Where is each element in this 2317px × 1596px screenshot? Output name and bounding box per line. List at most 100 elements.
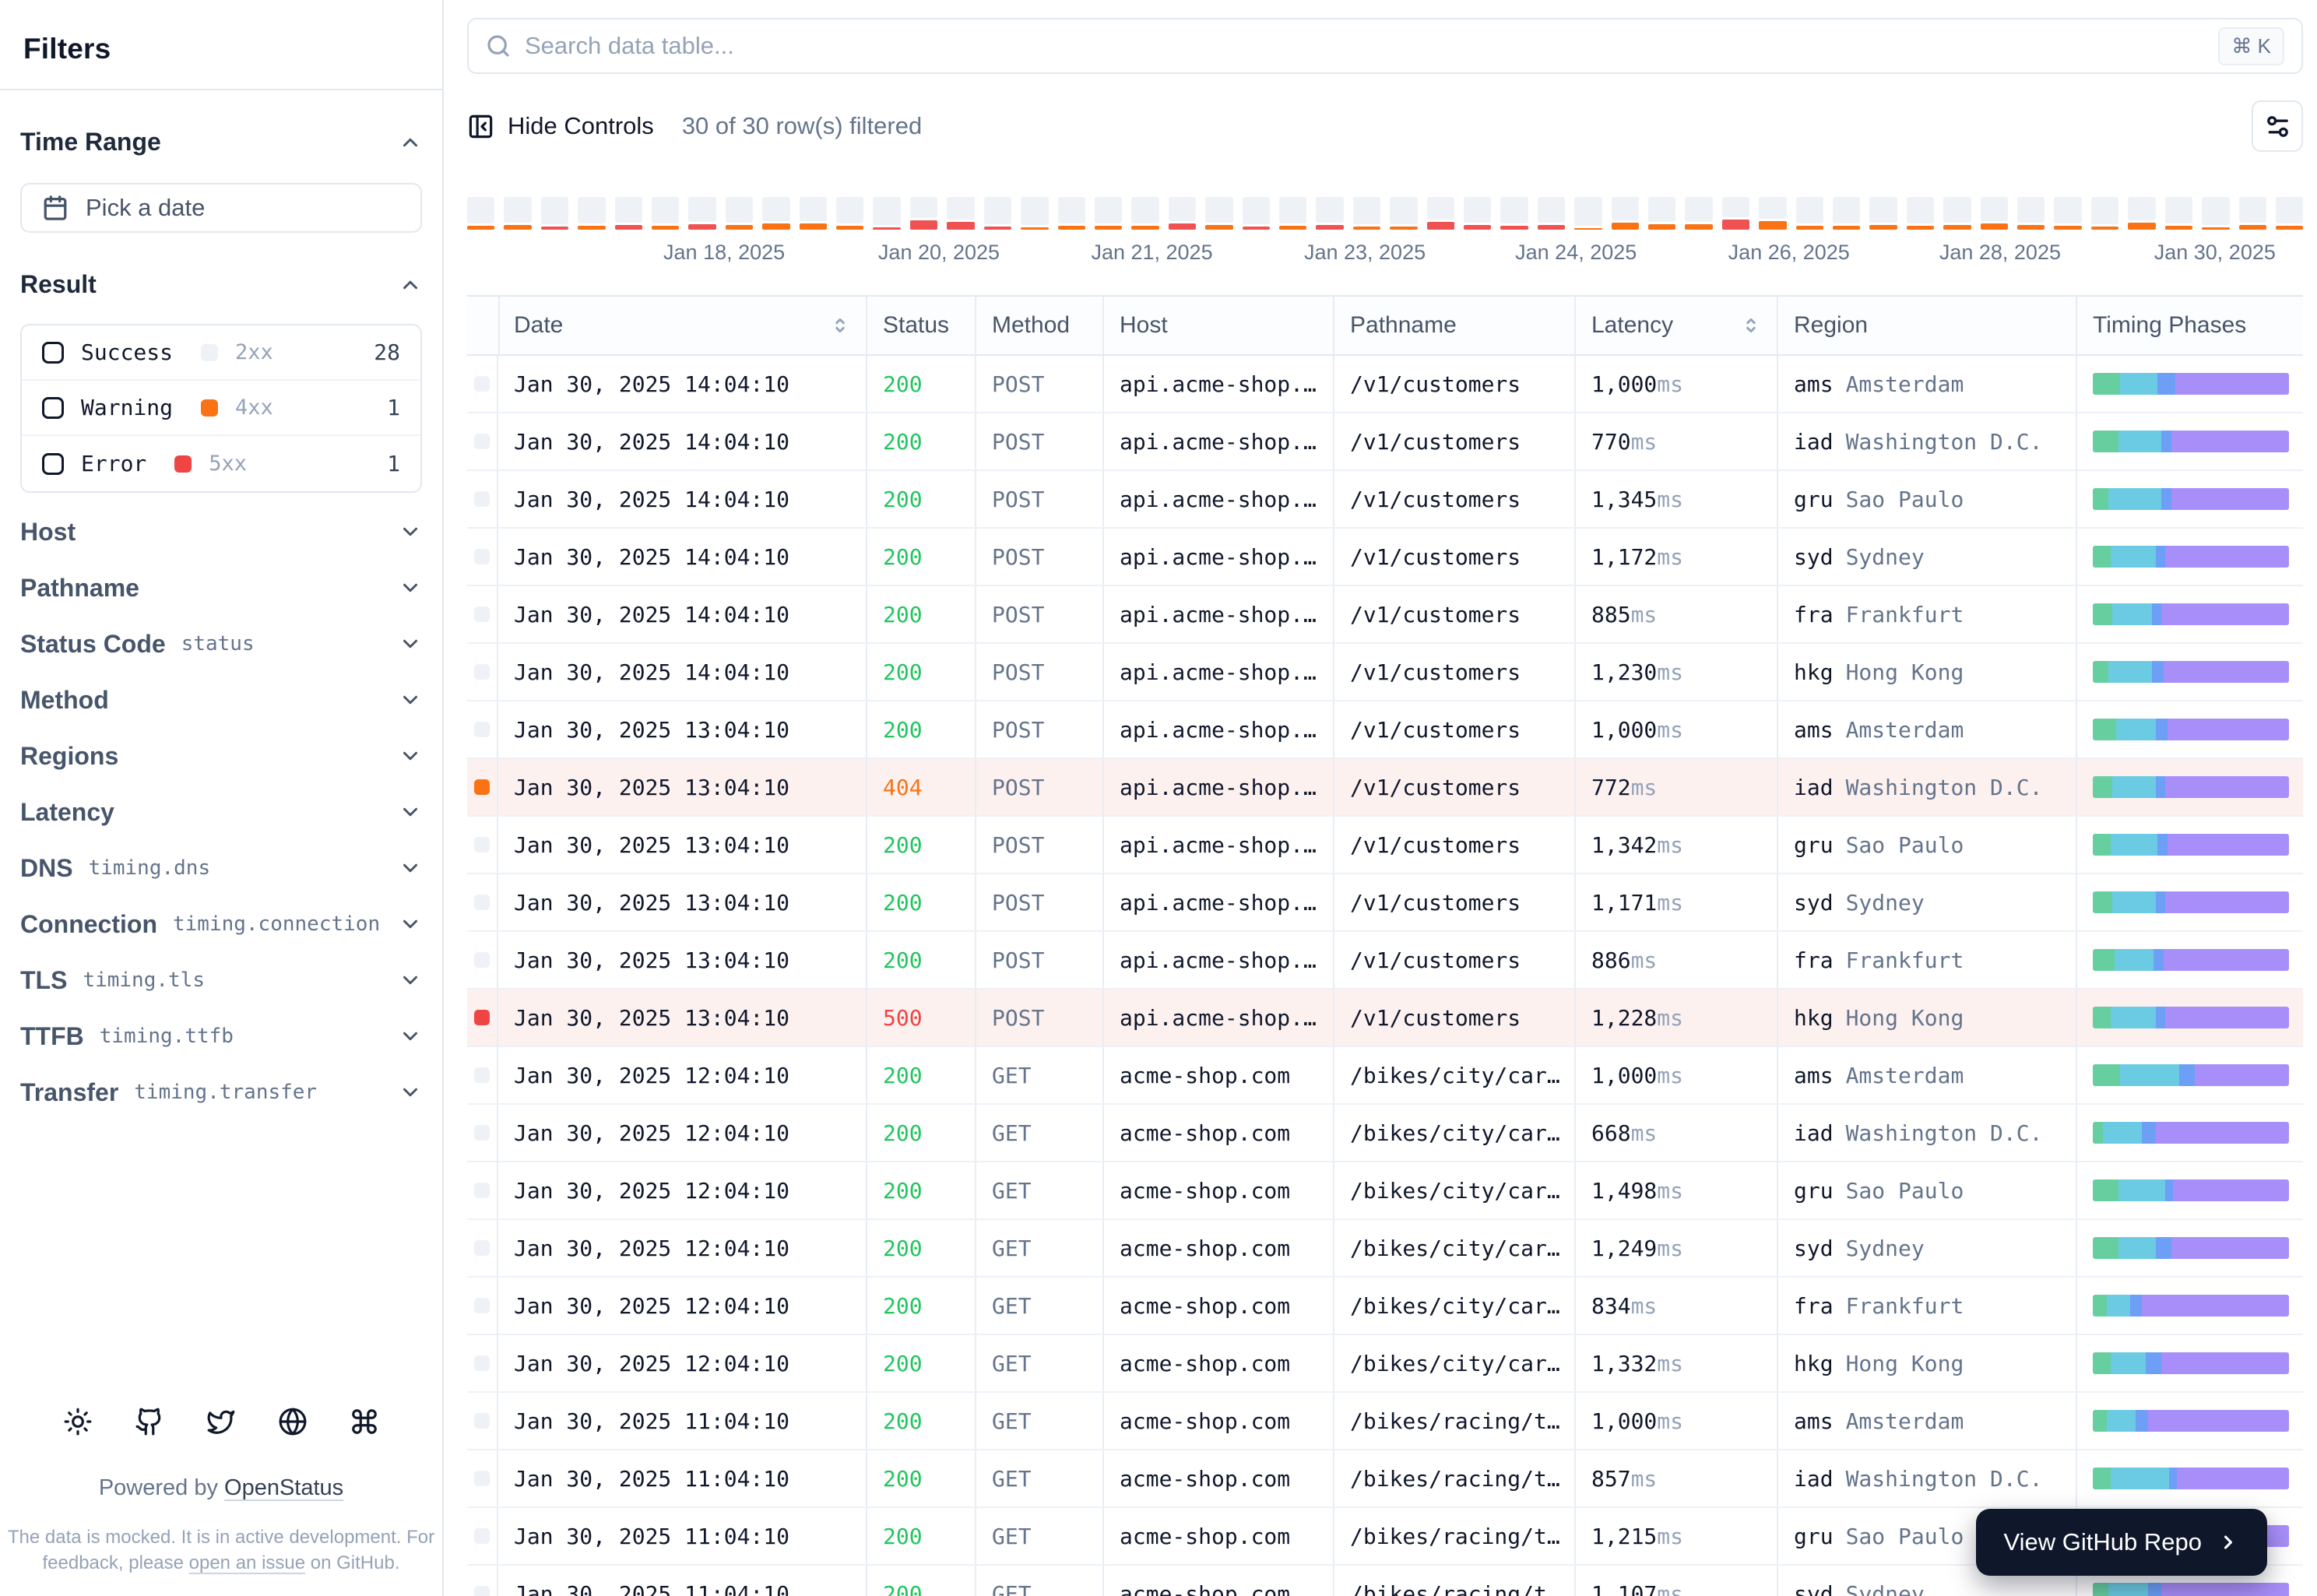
table-row[interactable]: Jan 30, 2025 12:04:10 200 GET acme-shop.…	[467, 1105, 2303, 1162]
histogram-bar[interactable]	[1021, 197, 1049, 230]
open-issue-link[interactable]: open an issue	[189, 1552, 305, 1573]
histogram-bar[interactable]	[540, 197, 569, 230]
filter-section-dns[interactable]: DNS timing.dns	[20, 840, 422, 896]
histogram-bar[interactable]	[614, 197, 643, 230]
result-level-indicator[interactable]	[474, 1355, 490, 1371]
hide-controls-button[interactable]: Hide Controls	[467, 112, 654, 140]
result-level-indicator[interactable]	[474, 952, 490, 968]
header-pathname[interactable]: Pathname	[1334, 297, 1576, 354]
histogram-bar[interactable]	[2054, 197, 2082, 230]
table-row[interactable]: Jan 30, 2025 14:04:10 200 POST api.acme-…	[467, 586, 2303, 644]
result-level-indicator[interactable]	[474, 722, 490, 737]
result-level-indicator[interactable]	[474, 1586, 490, 1596]
table-row[interactable]: Jan 30, 2025 13:04:10 500 POST api.acme-…	[467, 990, 2303, 1047]
histogram-bar[interactable]	[1648, 197, 1676, 230]
result-level-indicator[interactable]	[474, 837, 490, 852]
histogram-bar[interactable]	[1906, 197, 1935, 230]
histogram-bar[interactable]	[762, 197, 790, 230]
result-level-indicator[interactable]	[474, 1067, 490, 1083]
histogram-bar[interactable]	[983, 197, 1012, 230]
header-host[interactable]: Host	[1104, 297, 1334, 354]
github-link[interactable]	[134, 1407, 165, 1438]
histogram-bar[interactable]	[2017, 197, 2045, 230]
histogram-bar[interactable]	[836, 197, 864, 230]
histogram-bar[interactable]	[1943, 197, 1971, 230]
histogram-bar[interactable]	[1242, 197, 1270, 230]
sort-icon[interactable]	[1741, 315, 1761, 336]
table-row[interactable]: Jan 30, 2025 13:04:10 200 POST api.acme-…	[467, 817, 2303, 874]
histogram-bar[interactable]	[2164, 197, 2193, 230]
result-level-indicator[interactable]	[474, 434, 490, 449]
filter-section-ttfb[interactable]: TTFB timing.ttfb	[20, 1008, 422, 1064]
checkbox[interactable]	[42, 341, 64, 364]
histogram-bar[interactable]	[1869, 197, 1897, 230]
histogram-bar[interactable]	[947, 197, 975, 230]
result-level-indicator[interactable]	[474, 491, 490, 507]
result-level-indicator[interactable]	[474, 664, 490, 680]
filter-section-regions[interactable]: Regions	[20, 728, 422, 784]
filter-section-tls[interactable]: TLS timing.tls	[20, 952, 422, 1008]
histogram-bar[interactable]	[725, 197, 754, 230]
date-picker-button[interactable]: Pick a date	[20, 183, 422, 233]
header-latency[interactable]: Latency	[1576, 297, 1778, 354]
histogram-bar[interactable]	[873, 197, 901, 230]
table-row[interactable]: Jan 30, 2025 13:04:10 200 POST api.acme-…	[467, 874, 2303, 932]
table-row[interactable]: Jan 30, 2025 13:04:10 200 POST api.acme-…	[467, 932, 2303, 990]
histogram-bar[interactable]	[1721, 197, 1750, 230]
histogram-bar[interactable]	[1352, 197, 1381, 230]
histogram-bar[interactable]	[1537, 197, 1566, 230]
result-option-error[interactable]: Error 5xx 1	[22, 436, 420, 491]
result-level-indicator[interactable]	[474, 606, 490, 622]
histogram-bar[interactable]	[1759, 197, 1787, 230]
filter-section-host[interactable]: Host	[20, 504, 422, 560]
histogram-bar[interactable]	[2090, 197, 2119, 230]
histogram-bar[interactable]	[1685, 197, 1713, 230]
histogram-bar[interactable]	[1131, 197, 1159, 230]
result-level-indicator[interactable]	[474, 376, 490, 392]
filter-section-connection[interactable]: Connection timing.connection	[20, 896, 422, 952]
table-row[interactable]: Jan 30, 2025 13:04:10 200 POST api.acme-…	[467, 701, 2303, 759]
table-row[interactable]: Jan 30, 2025 12:04:10 200 GET acme-shop.…	[467, 1162, 2303, 1220]
table-row[interactable]: Jan 30, 2025 13:04:10 404 POST api.acme-…	[467, 759, 2303, 817]
filter-section-status-code[interactable]: Status Code status	[20, 616, 422, 672]
histogram-bar[interactable]	[1316, 197, 1344, 230]
result-level-indicator[interactable]	[474, 1240, 490, 1256]
histogram-bar[interactable]	[1795, 197, 1824, 230]
result-level-indicator[interactable]	[474, 549, 490, 564]
filter-section-pathname[interactable]: Pathname	[20, 560, 422, 616]
histogram-bar[interactable]	[1390, 197, 1418, 230]
histogram-bar[interactable]	[504, 197, 532, 230]
histogram-bar[interactable]	[1426, 197, 1454, 230]
time-range-section-header[interactable]: Time Range	[20, 128, 422, 156]
website-link[interactable]	[277, 1407, 308, 1438]
theme-toggle-button[interactable]	[62, 1407, 93, 1438]
histogram-bar[interactable]	[1168, 197, 1197, 230]
table-row[interactable]: Jan 30, 2025 14:04:10 200 POST api.acme-…	[467, 471, 2303, 529]
checkbox[interactable]	[42, 452, 64, 475]
histogram-bar[interactable]	[1574, 197, 1602, 230]
histogram-bar[interactable]	[467, 197, 495, 230]
filter-section-latency[interactable]: Latency	[20, 784, 422, 840]
result-level-indicator[interactable]	[474, 1528, 490, 1544]
openstatus-link[interactable]: OpenStatus	[224, 1475, 343, 1500]
histogram-bar[interactable]	[1463, 197, 1492, 230]
histogram-bar[interactable]	[2238, 197, 2266, 230]
header-method[interactable]: Method	[976, 297, 1104, 354]
histogram-bar[interactable]	[1057, 197, 1085, 230]
sort-icon[interactable]	[830, 315, 850, 336]
table-row[interactable]: Jan 30, 2025 12:04:10 200 GET acme-shop.…	[467, 1278, 2303, 1335]
table-row[interactable]: Jan 30, 2025 11:04:10 200 GET acme-shop.…	[467, 1393, 2303, 1450]
histogram-bar[interactable]	[2275, 197, 2304, 230]
table-row[interactable]: Jan 30, 2025 14:04:10 200 POST api.acme-…	[467, 529, 2303, 586]
result-level-indicator[interactable]	[474, 1298, 490, 1313]
histogram-bar[interactable]	[1500, 197, 1528, 230]
histogram-bar[interactable]	[1278, 197, 1307, 230]
histogram-bar[interactable]	[1205, 197, 1233, 230]
histogram-bar[interactable]	[1094, 197, 1123, 230]
result-level-indicator[interactable]	[474, 779, 490, 795]
checkbox[interactable]	[42, 396, 64, 419]
result-level-indicator[interactable]	[474, 1125, 490, 1141]
histogram-bar[interactable]	[652, 197, 680, 230]
result-option-warning[interactable]: Warning 4xx 1	[22, 381, 420, 436]
table-row[interactable]: Jan 30, 2025 14:04:10 200 POST api.acme-…	[467, 356, 2303, 413]
